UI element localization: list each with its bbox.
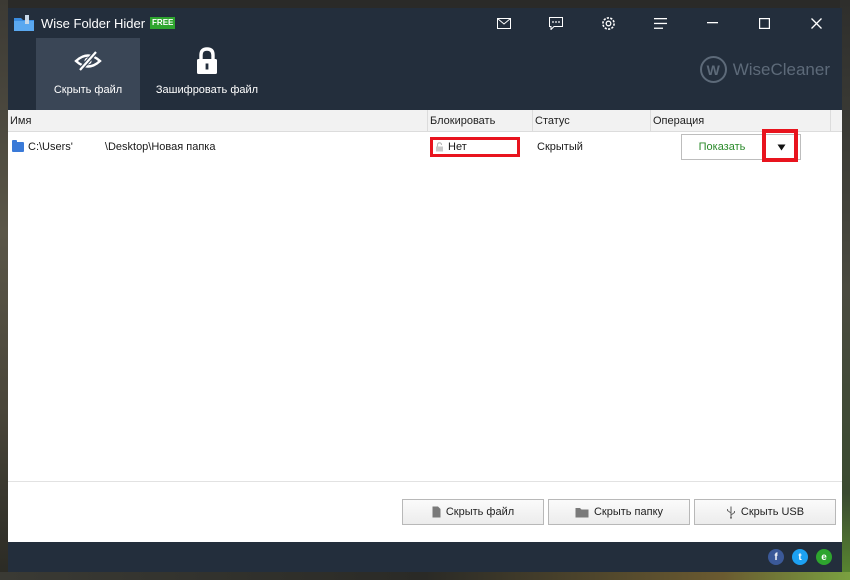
status-bar: f t e bbox=[8, 542, 842, 572]
hide-usb-button[interactable]: Скрыть USB bbox=[694, 499, 836, 525]
desktop-background-bottom bbox=[0, 572, 850, 580]
file-list-area: Имя Блокировать Статус Операция C:\Users… bbox=[8, 110, 842, 542]
lock-icon bbox=[195, 46, 219, 76]
file-icon bbox=[432, 506, 441, 518]
desktop-background-left bbox=[0, 0, 8, 580]
column-header-empty bbox=[831, 110, 842, 131]
hide-folder-button-label: Скрыть папку bbox=[593, 506, 664, 518]
operation-dropdown-button[interactable] bbox=[763, 134, 801, 160]
twitter-icon[interactable]: t bbox=[792, 549, 808, 565]
show-button[interactable]: Показать bbox=[681, 134, 763, 160]
unlocked-icon bbox=[435, 142, 444, 152]
app-logo-icon bbox=[13, 14, 35, 32]
column-header-status[interactable]: Статус bbox=[533, 110, 651, 131]
hide-file-button-label: Скрыть файл bbox=[445, 506, 515, 518]
free-badge: FREE bbox=[150, 17, 176, 29]
column-header-operation[interactable]: Операция bbox=[651, 110, 831, 131]
table-row[interactable]: C:\Users' \Desktop\Новая папка Нет Скрыт… bbox=[8, 132, 842, 162]
file-path-start: C:\Users' bbox=[28, 141, 73, 153]
bottom-action-bar: Скрыть файл Скрыть папку Скрыть USB bbox=[8, 481, 842, 542]
encrypt-file-tab[interactable]: Зашифровать файл bbox=[140, 38, 274, 110]
mail-icon[interactable] bbox=[478, 8, 530, 38]
wisecleaner-logo-icon: W bbox=[699, 56, 727, 83]
hide-file-tab-label: Скрыть файл bbox=[53, 84, 123, 96]
table-header: Имя Блокировать Статус Операция bbox=[8, 110, 842, 132]
close-icon[interactable] bbox=[790, 8, 842, 38]
minimize-icon[interactable] bbox=[686, 8, 738, 38]
hide-folder-button[interactable]: Скрыть папку bbox=[548, 499, 690, 525]
feedback-icon[interactable] bbox=[530, 8, 582, 38]
email-share-icon[interactable]: e bbox=[816, 549, 832, 565]
encrypt-file-tab-label: Зашифровать файл bbox=[155, 84, 259, 96]
hide-file-tab[interactable]: Скрыть файл bbox=[36, 38, 140, 110]
column-header-name[interactable]: Имя bbox=[8, 110, 428, 131]
column-header-lock[interactable]: Блокировать bbox=[428, 110, 533, 131]
folder-gray-icon bbox=[575, 507, 589, 518]
lock-cell: Нет bbox=[428, 137, 533, 157]
facebook-icon[interactable]: f bbox=[768, 549, 784, 565]
brand-name: WiseCleaner bbox=[732, 59, 830, 79]
titlebar-buttons bbox=[478, 8, 842, 38]
app-title: Wise Folder Hider bbox=[41, 15, 146, 31]
usb-icon bbox=[726, 506, 736, 519]
file-name-cell: C:\Users' \Desktop\Новая папка bbox=[8, 140, 428, 153]
titlebar: Wise Folder Hider FREE bbox=[8, 8, 842, 38]
settings-icon[interactable] bbox=[582, 8, 634, 38]
dropdown-arrow-icon bbox=[777, 144, 786, 150]
folder-icon bbox=[12, 140, 24, 152]
wisecleaner-brand[interactable]: W WiseCleaner bbox=[699, 56, 830, 83]
menu-icon[interactable] bbox=[634, 8, 686, 38]
file-path-end: \Desktop\Новая папка bbox=[104, 141, 216, 153]
status-value: Скрытый bbox=[537, 141, 583, 153]
hide-usb-button-label: Скрыть USB bbox=[740, 506, 805, 518]
lock-value: Нет bbox=[448, 141, 467, 153]
hidden-eye-icon bbox=[74, 46, 102, 76]
app-window: Wise Folder Hider FREE Скрыть файл Зашиф… bbox=[8, 8, 842, 572]
operation-cell: Показать bbox=[651, 134, 831, 160]
main-toolbar: Скрыть файл Зашифровать файл W WiseClean… bbox=[8, 38, 842, 110]
maximize-icon[interactable] bbox=[738, 8, 790, 38]
lock-value-highlight[interactable]: Нет bbox=[430, 137, 520, 157]
hide-file-button[interactable]: Скрыть файл bbox=[402, 499, 544, 525]
